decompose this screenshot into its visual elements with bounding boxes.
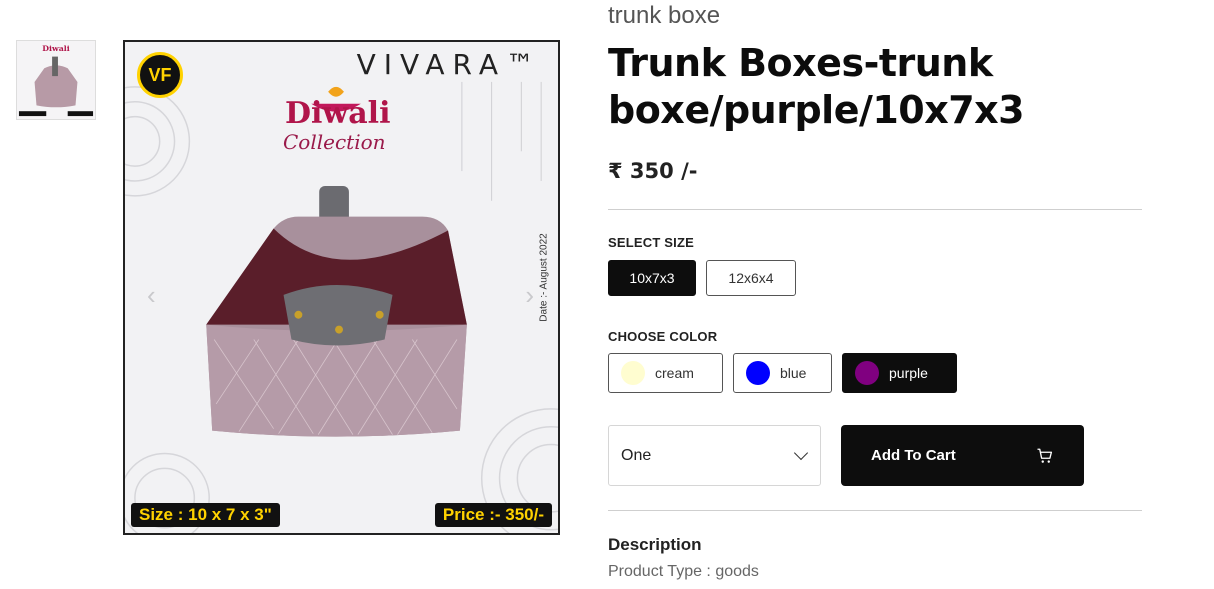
size-option-10x7x3[interactable]: 10x7x3 — [608, 260, 696, 296]
thumbnail-image: Diwali — [17, 41, 95, 119]
brand-name: VIVARA™ — [356, 48, 542, 81]
description-text: Product Type : goods — [608, 563, 759, 580]
product-main-image: VF VIVARA™ Diwali Collection Date :- Aug… — [123, 40, 560, 535]
product-title: Trunk Boxes-trunk boxe/purple/10x7x3 — [608, 41, 1025, 132]
carousel-next-icon[interactable]: › — [525, 280, 534, 311]
add-to-cart-label: Add To Cart — [871, 447, 956, 464]
divider — [608, 510, 1142, 511]
collection-subtitle: Collection — [283, 130, 386, 154]
color-option-blue[interactable]: blue — [733, 353, 832, 393]
product-page: Diwali VF VIVARA™ Diwali Collection Date… — [0, 0, 1214, 589]
blue-swatch — [746, 361, 770, 385]
svg-text:Diwali: Diwali — [42, 44, 69, 53]
collection-title: Diwali — [285, 96, 391, 131]
product-price: ₹ 350 /- — [608, 159, 698, 183]
color-option-cream[interactable]: cream — [608, 353, 723, 393]
product-thumbnail[interactable]: Diwali — [16, 40, 96, 120]
product-category: trunk boxe — [608, 2, 721, 29]
brand-logo-icon: VF — [137, 52, 183, 98]
color-option-label: cream — [655, 365, 694, 381]
carousel-prev-icon[interactable]: ‹ — [147, 280, 156, 311]
description-heading: Description — [608, 535, 702, 554]
add-to-cart-button[interactable]: Add To Cart — [841, 425, 1084, 486]
quantity-select[interactable]: One — [608, 425, 821, 486]
price-label: Price :- 350/- — [434, 503, 552, 527]
size-label: Size : 10 x 7 x 3" — [131, 503, 280, 527]
cream-swatch — [621, 361, 645, 385]
choose-color-label: CHOOSE COLOR — [608, 329, 718, 344]
select-size-label: SELECT SIZE — [608, 235, 694, 250]
quantity-value: One — [621, 446, 652, 464]
color-option-label: blue — [780, 365, 807, 381]
purple-swatch — [855, 361, 879, 385]
divider — [608, 209, 1142, 210]
color-option-purple[interactable]: purple — [842, 353, 957, 393]
date-label: Date :- August 2022 — [538, 233, 550, 322]
cart-icon — [1037, 448, 1053, 463]
size-option-12x6x4[interactable]: 12x6x4 — [706, 260, 796, 296]
color-option-label: purple — [889, 365, 928, 381]
chevron-down-icon — [793, 445, 809, 461]
